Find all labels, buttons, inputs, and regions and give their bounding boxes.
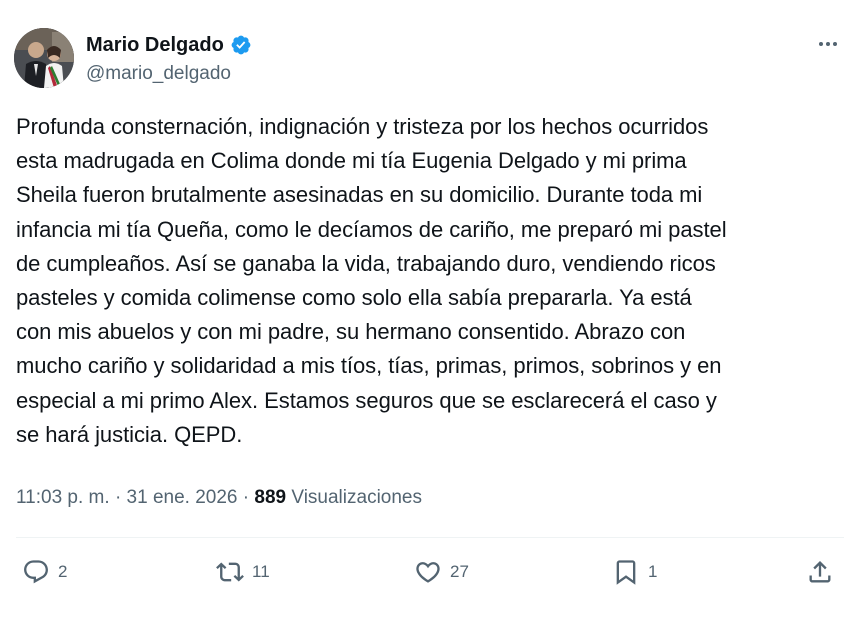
reply-count: 2 <box>58 562 68 581</box>
bookmark-count: 1 <box>648 562 658 581</box>
reply-icon <box>24 560 48 584</box>
like-button[interactable]: 27 <box>414 558 469 586</box>
reply-button[interactable]: 2 <box>22 558 67 586</box>
tweet-meta: 11:03 p. m. · 31 ene. 2026 · 889 Visuali… <box>16 486 422 510</box>
retweet-button[interactable]: 11 <box>216 558 270 586</box>
user-name-row: Mario Delgado <box>86 33 252 57</box>
more-options-icon <box>819 42 837 46</box>
views-label: Visualizaciones <box>291 487 422 508</box>
tweet-time[interactable]: 11:03 p. m. <box>16 487 110 508</box>
retweet-count: 11 <box>252 562 270 581</box>
bookmark-button[interactable]: 1 <box>612 558 657 586</box>
verified-badge-icon[interactable] <box>230 34 252 56</box>
views-count: 889 <box>254 487 287 508</box>
meta-separator: · <box>242 487 250 508</box>
share-icon <box>809 561 831 583</box>
avatar-image <box>14 28 74 88</box>
share-button[interactable] <box>806 558 834 586</box>
more-options-button[interactable] <box>812 32 844 56</box>
user-handle[interactable]: @mario_delgado <box>86 63 231 85</box>
retweet-icon <box>216 562 244 582</box>
bookmark-icon <box>616 560 636 585</box>
tweet-text: Profunda consternación, indignación y tr… <box>16 114 727 447</box>
heart-icon <box>416 562 440 583</box>
avatar[interactable] <box>14 28 74 88</box>
user-name[interactable]: Mario Delgado <box>86 33 224 57</box>
meta-separator: · <box>114 487 122 508</box>
tweet-date[interactable]: 31 ene. 2026 <box>127 487 238 508</box>
like-count: 27 <box>450 562 469 581</box>
tweet-card: Mario Delgado @mario_delgado Profunda co… <box>0 0 866 620</box>
divider <box>16 537 844 538</box>
